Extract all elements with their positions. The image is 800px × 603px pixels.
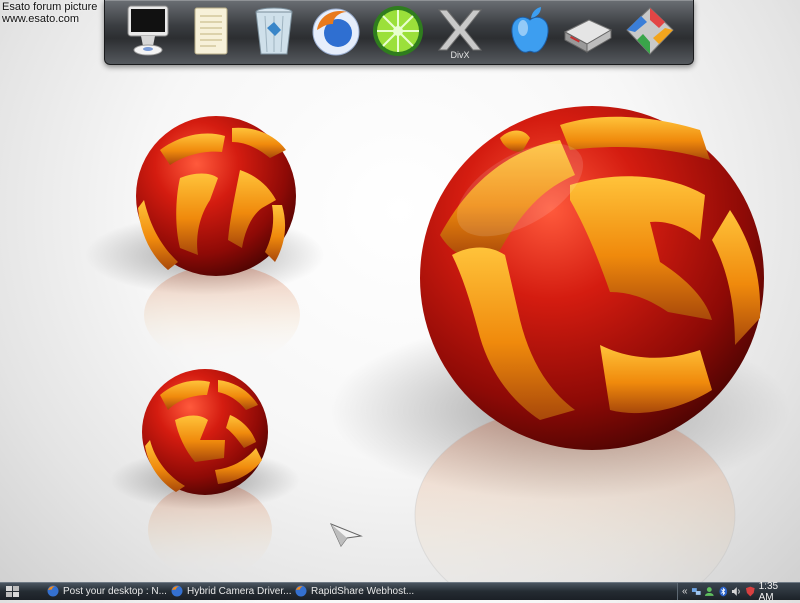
windows-logo-icon	[6, 585, 19, 597]
divx-label: DivX	[450, 50, 469, 60]
taskbar: Post your desktop : N... Hybrid Camera D…	[0, 581, 800, 603]
volume-speaker-icon[interactable]	[731, 586, 742, 597]
divx-icon[interactable]: DivX	[431, 2, 489, 60]
bluetooth-icon[interactable]	[718, 586, 729, 597]
sphere-bottom-left	[142, 369, 268, 495]
firefox-icon	[295, 585, 307, 597]
limewire-icon[interactable]	[369, 2, 427, 60]
sphere-reflection-bottom-left	[148, 482, 272, 578]
start-button[interactable]	[2, 584, 24, 599]
maze-3d-icon[interactable]	[621, 2, 679, 60]
firefox-icon	[171, 585, 183, 597]
icon-dock: DivX	[104, 0, 694, 65]
system-tray: « 1:35 AM	[677, 581, 800, 603]
firefox-browser-icon[interactable]	[307, 2, 365, 60]
taskbar-item-label: RapidShare Webhost...	[311, 585, 415, 597]
sphere-large	[420, 106, 764, 450]
network-icon[interactable]	[691, 586, 702, 597]
recycle-bin-icon[interactable]	[245, 2, 303, 60]
hard-drive-icon[interactable]	[559, 2, 617, 60]
imac-computer-icon[interactable]	[119, 2, 177, 60]
system-clock[interactable]: 1:35 AM	[759, 581, 794, 603]
taskbar-item-hybrid-camera-driver[interactable]: Hybrid Camera Driver...	[168, 584, 293, 598]
sphere-reflection-top-left	[144, 265, 300, 365]
taskbar-item-rapidshare-webhost[interactable]: RapidShare Webhost...	[292, 584, 417, 598]
desktop-wallpaper	[85, 106, 790, 600]
apple-logo-icon[interactable]	[501, 2, 559, 60]
taskbar-item-post-your-desktop[interactable]: Post your desktop : N...	[44, 584, 169, 598]
sphere-top-left	[136, 116, 296, 276]
taskbar-item-label: Post your desktop : N...	[63, 585, 167, 597]
notepad-document-icon[interactable]	[181, 2, 239, 60]
tray-expand-button[interactable]: «	[682, 586, 688, 597]
firefox-icon	[47, 585, 59, 597]
user-messenger-icon[interactable]	[704, 586, 715, 597]
mouse-cursor-icon	[330, 523, 363, 547]
taskbar-item-label: Hybrid Camera Driver...	[187, 585, 292, 597]
security-shield-icon[interactable]	[745, 586, 756, 597]
